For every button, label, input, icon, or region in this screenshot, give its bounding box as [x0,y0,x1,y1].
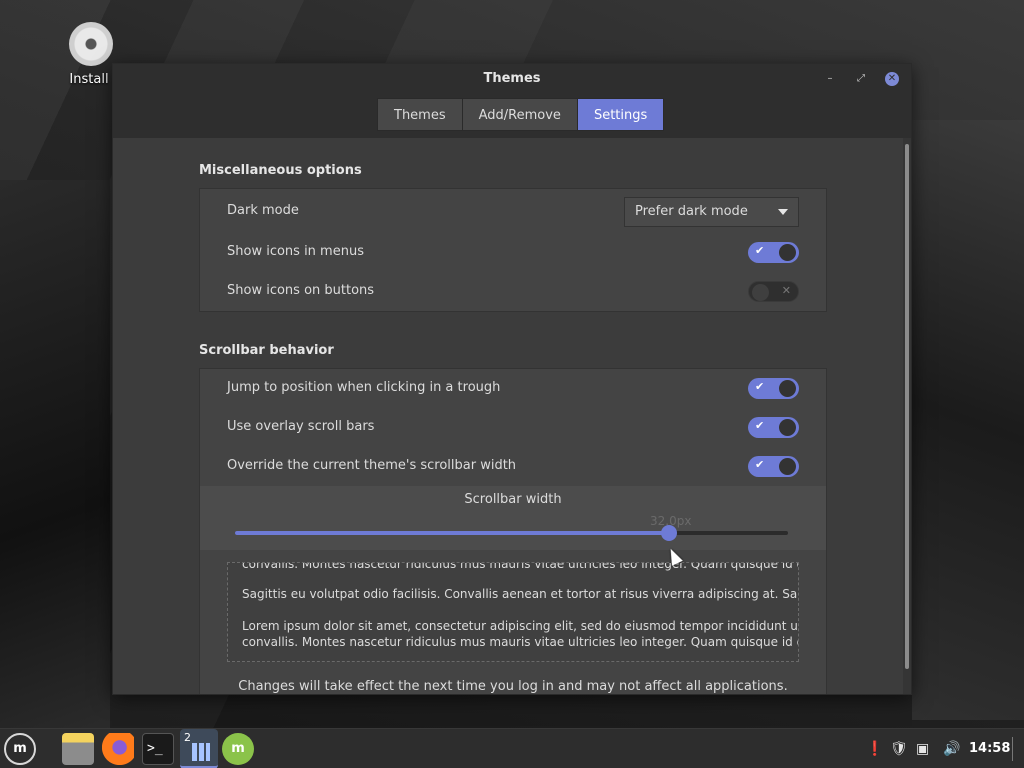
preview-line: convallis. Montes nascetur ridiculus mus… [242,635,799,649]
override-label: Override the current theme's scrollbar w… [227,458,517,473]
misc-section-title: Miscellaneous options [199,163,362,178]
notification-icon[interactable]: ❗ [866,741,883,757]
show-icons-buttons-label: Show icons on buttons [227,283,375,298]
overlay-label: Use overlay scroll bars [227,419,375,434]
jump-toggle[interactable]: ✔ [748,378,799,399]
show-icons-buttons-row: Show icons on buttons ✕ [200,272,826,311]
override-toggle[interactable]: ✔ [748,456,799,477]
preview-line: convallis. Montes nascetur ridiculus mus… [242,562,799,571]
volume-icon[interactable]: 🔊 [943,741,960,757]
check-icon: ✔ [755,244,765,257]
tab-settings[interactable]: Settings [576,98,665,131]
preview-line: Sagittis eu volutpat odio facilisis. Con… [242,587,799,601]
overlay-row: Use overlay scroll bars ✔ [200,408,826,447]
jump-label: Jump to position when clicking in a trou… [227,380,501,395]
show-icons-menus-row: Show icons in menus ✔ [200,233,826,272]
dark-mode-value: Prefer dark mode [635,204,748,219]
scrollbar-width-label: Scrollbar width [464,492,562,507]
network-icon[interactable]: ▣ [916,741,929,757]
minimize-button[interactable]: – [823,72,837,86]
update-manager-icon[interactable]: m [222,733,254,765]
tab-add-remove[interactable]: Add/Remove [461,98,577,131]
footer-note: Changes will take effect the next time y… [238,679,788,694]
slider-handle[interactable] [661,525,677,541]
show-icons-menus-label: Show icons in menus [227,244,364,259]
shield-icon[interactable]: 🛡 [890,741,908,757]
slider-fill [235,531,669,535]
check-icon: ✔ [755,380,765,393]
disc-icon [69,22,113,66]
taskbar: m >_ 2 m ❗ 🛡 ▣ 🔊 14:58 [0,728,1024,768]
preview-text-area: convallis. Montes nascetur ridiculus mus… [227,562,799,662]
misc-panel: Dark mode Prefer dark mode Show icons in… [199,188,827,312]
preview-line: Lorem ipsum dolor sit amet, consectetur … [242,619,799,633]
themes-icon[interactable]: 2 [180,729,218,768]
check-icon: ✔ [755,458,765,471]
dark-mode-label: Dark mode [227,203,299,218]
files-icon[interactable] [62,733,94,765]
scrollbar-section-title: Scrollbar behavior [199,343,334,358]
overlay-toggle[interactable]: ✔ [748,417,799,438]
firefox-icon[interactable] [102,733,134,765]
workspace-number: 2 [184,731,191,744]
cross-icon: ✕ [781,284,791,297]
show-icons-buttons-toggle[interactable]: ✕ [748,281,799,302]
themes-window: Themes – ⤢ ✕ Themes Add/Remove Settings … [112,63,912,695]
window-title: Themes [483,71,541,86]
override-row: Override the current theme's scrollbar w… [200,447,826,486]
clock[interactable]: 14:58 [969,741,1010,756]
window-scrollbar[interactable] [903,138,911,694]
dark-mode-dropdown[interactable]: Prefer dark mode [624,197,799,227]
menu-icon[interactable]: m [4,733,36,765]
close-button[interactable]: ✕ [885,72,899,86]
check-icon: ✔ [755,419,765,432]
tab-themes[interactable]: Themes [377,98,462,131]
maximize-button[interactable]: ⤢ [854,72,868,86]
chevron-down-icon [778,209,788,215]
terminal-icon[interactable]: >_ [142,733,174,765]
tab-bar: Themes Add/Remove Settings [377,98,665,131]
show-desktop-button[interactable] [1012,737,1016,761]
scrollbar-width-slider[interactable] [235,525,788,541]
titlebar: Themes – ⤢ ✕ Themes Add/Remove Settings [113,64,911,138]
scrollbar-width-area: Scrollbar width 32.0px [200,486,826,550]
jump-row: Jump to position when clicking in a trou… [200,369,826,408]
scrollbar-thumb[interactable] [905,144,909,669]
dark-mode-row: Dark mode Prefer dark mode [200,189,826,233]
show-icons-menus-toggle[interactable]: ✔ [748,242,799,263]
